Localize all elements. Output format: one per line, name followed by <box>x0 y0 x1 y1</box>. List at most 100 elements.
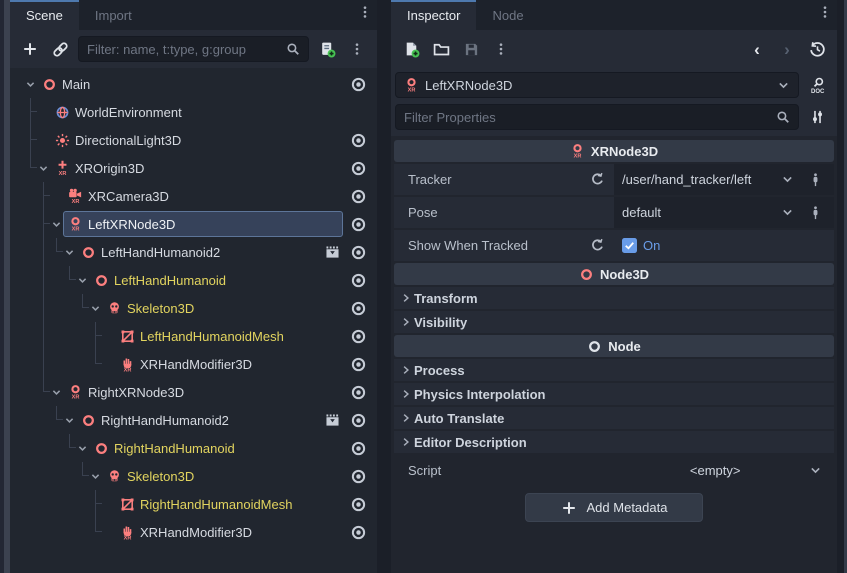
visibility-toggle[interactable] <box>347 493 369 515</box>
tree-node-xrorigin3d[interactable]: XRXROrigin3D <box>24 154 369 182</box>
visibility-toggle[interactable] <box>347 185 369 207</box>
checkbox-checked[interactable] <box>622 238 637 253</box>
revert-value-button[interactable] <box>586 169 608 191</box>
tree-node-box[interactable]: Skeleton3D <box>102 463 343 489</box>
tree-collapse-caret[interactable] <box>50 210 63 238</box>
inspector-section-header-node3d[interactable]: Node3D <box>394 263 834 285</box>
inspector-group-physics-interpolation[interactable]: Physics Interpolation <box>394 383 834 405</box>
load-resource-button[interactable] <box>429 37 453 61</box>
tree-collapse-caret[interactable] <box>76 266 89 294</box>
tree-node-box[interactable]: XRXRHandModifier3D <box>115 351 343 377</box>
history-back-button[interactable]: ‹ <box>745 37 769 61</box>
visibility-toggle[interactable] <box>347 465 369 487</box>
value-dropdown-button[interactable] <box>776 202 798 224</box>
tree-node-box[interactable]: WorldEnvironment <box>50 99 365 125</box>
visibility-toggle[interactable] <box>347 409 369 431</box>
add-metadata-button[interactable]: Add Metadata <box>525 493 703 522</box>
open-docs-button[interactable]: DOC <box>805 73 829 97</box>
script-value[interactable]: <empty> <box>690 463 741 478</box>
tab-scene[interactable]: Scene <box>10 0 79 30</box>
inspector-group-editor-description[interactable]: Editor Description <box>394 431 834 453</box>
tree-node-directionallight3d[interactable]: DirectionalLight3D <box>24 126 369 154</box>
tree-node-xrhandmodifier3d[interactable]: XRXRHandModifier3D <box>24 518 369 546</box>
tree-node-box[interactable]: LeftHandHumanoid2 <box>76 239 317 265</box>
dock-separator[interactable] <box>377 0 391 573</box>
tree-collapse-caret[interactable] <box>37 154 50 182</box>
visibility-toggle[interactable] <box>347 437 369 459</box>
inspector-group-transform[interactable]: Transform <box>394 287 834 309</box>
tree-node-leftxrnode3d[interactable]: XRLeftXRNode3D <box>24 210 369 238</box>
tree-node-box[interactable]: RightHandHumanoid2 <box>76 407 317 433</box>
tree-collapse-caret[interactable] <box>89 462 102 490</box>
tree-node-main[interactable]: Main <box>24 70 369 98</box>
visibility-toggle[interactable] <box>347 353 369 375</box>
inspector-group-process[interactable]: Process <box>394 359 834 381</box>
inspector-group-visibility[interactable]: Visibility <box>394 311 834 333</box>
tree-node-rightxrnode3d[interactable]: XRRightXRNode3D <box>24 378 369 406</box>
open-instanced-scene-button[interactable] <box>321 241 343 263</box>
history-forward-button[interactable]: › <box>775 37 799 61</box>
tree-node-xrhandmodifier3d[interactable]: XRXRHandModifier3D <box>24 350 369 378</box>
tree-node-box[interactable]: DirectionalLight3D <box>50 127 343 153</box>
script-dropdown-button[interactable] <box>804 459 826 481</box>
tree-node-selected-box[interactable]: XRLeftXRNode3D <box>63 211 343 237</box>
filter-properties-input[interactable]: Filter Properties <box>395 104 799 130</box>
pin-value-button[interactable] <box>804 169 826 191</box>
property-value[interactable]: default <box>622 205 770 220</box>
add-node-button[interactable] <box>18 37 42 61</box>
property-value[interactable]: /user/hand_tracker/left <box>622 172 770 187</box>
edit-history-button[interactable] <box>805 37 829 61</box>
tree-node-box[interactable]: XRXRHandModifier3D <box>115 519 343 545</box>
value-dropdown-button[interactable] <box>776 169 798 191</box>
tab-inspector[interactable]: Inspector <box>391 0 476 30</box>
scene-tab-menu-button[interactable] <box>353 0 377 24</box>
visibility-toggle[interactable] <box>347 325 369 347</box>
visibility-toggle[interactable] <box>347 157 369 179</box>
tree-node-lefthandhumanoidmesh[interactable]: LeftHandHumanoidMesh <box>24 322 369 350</box>
attach-script-button[interactable] <box>315 37 339 61</box>
tree-node-box[interactable]: Skeleton3D <box>102 295 343 321</box>
tab-node[interactable]: Node <box>476 0 539 30</box>
tree-node-righthandhumanoidmesh[interactable]: RightHandHumanoidMesh <box>24 490 369 518</box>
tree-node-box[interactable]: LeftHandHumanoidMesh <box>115 323 343 349</box>
tree-collapse-caret[interactable] <box>63 238 76 266</box>
tree-collapse-caret[interactable] <box>76 434 89 462</box>
visibility-toggle[interactable] <box>347 381 369 403</box>
tree-node-lefthandhumanoid[interactable]: LeftHandHumanoid <box>24 266 369 294</box>
tree-node-xrcamera3d[interactable]: XRXRCamera3D <box>24 182 369 210</box>
visibility-toggle[interactable] <box>347 241 369 263</box>
tree-node-box[interactable]: Main <box>37 71 343 97</box>
visibility-toggle[interactable] <box>347 269 369 291</box>
instance-scene-button[interactable] <box>48 37 72 61</box>
save-resource-button[interactable] <box>459 37 483 61</box>
visibility-toggle[interactable] <box>347 297 369 319</box>
tree-node-box[interactable]: LeftHandHumanoid <box>89 267 343 293</box>
tree-node-box[interactable]: XRXRCamera3D <box>63 183 343 209</box>
scene-filter-input[interactable]: Filter: name, t:type, g:group <box>78 36 309 62</box>
inspector-section-header-node[interactable]: Node <box>394 335 834 357</box>
revert-value-button[interactable] <box>586 235 608 257</box>
inspector-section-header-xrnode3d[interactable]: XRXRNode3D <box>394 140 834 162</box>
tree-collapse-caret[interactable] <box>24 70 37 98</box>
tree-node-box[interactable]: RightHandHumanoidMesh <box>115 491 343 517</box>
tree-collapse-caret[interactable] <box>63 406 76 434</box>
tree-node-box[interactable]: XRXROrigin3D <box>50 155 343 181</box>
inspector-tab-menu-button[interactable] <box>813 0 837 24</box>
scene-tree-menu-button[interactable] <box>345 37 369 61</box>
tree-node-righthandhumanoid[interactable]: RightHandHumanoid <box>24 434 369 462</box>
tree-node-righthandhumanoid2[interactable]: RightHandHumanoid2 <box>24 406 369 434</box>
visibility-toggle[interactable] <box>347 213 369 235</box>
tree-node-worldenvironment[interactable]: WorldEnvironment <box>24 98 369 126</box>
object-selector[interactable]: XR LeftXRNode3D <box>395 72 799 98</box>
tree-node-box[interactable]: XRRightXRNode3D <box>63 379 343 405</box>
new-resource-button[interactable] <box>399 37 423 61</box>
tree-collapse-caret[interactable] <box>89 294 102 322</box>
tab-import[interactable]: Import <box>79 0 148 30</box>
resource-extra-menu-button[interactable] <box>489 37 513 61</box>
open-instanced-scene-button[interactable] <box>321 409 343 431</box>
tree-node-box[interactable]: RightHandHumanoid <box>89 435 343 461</box>
visibility-toggle[interactable] <box>347 521 369 543</box>
inspector-group-auto-translate[interactable]: Auto Translate <box>394 407 834 429</box>
pin-value-button[interactable] <box>804 202 826 224</box>
visibility-toggle[interactable] <box>347 129 369 151</box>
